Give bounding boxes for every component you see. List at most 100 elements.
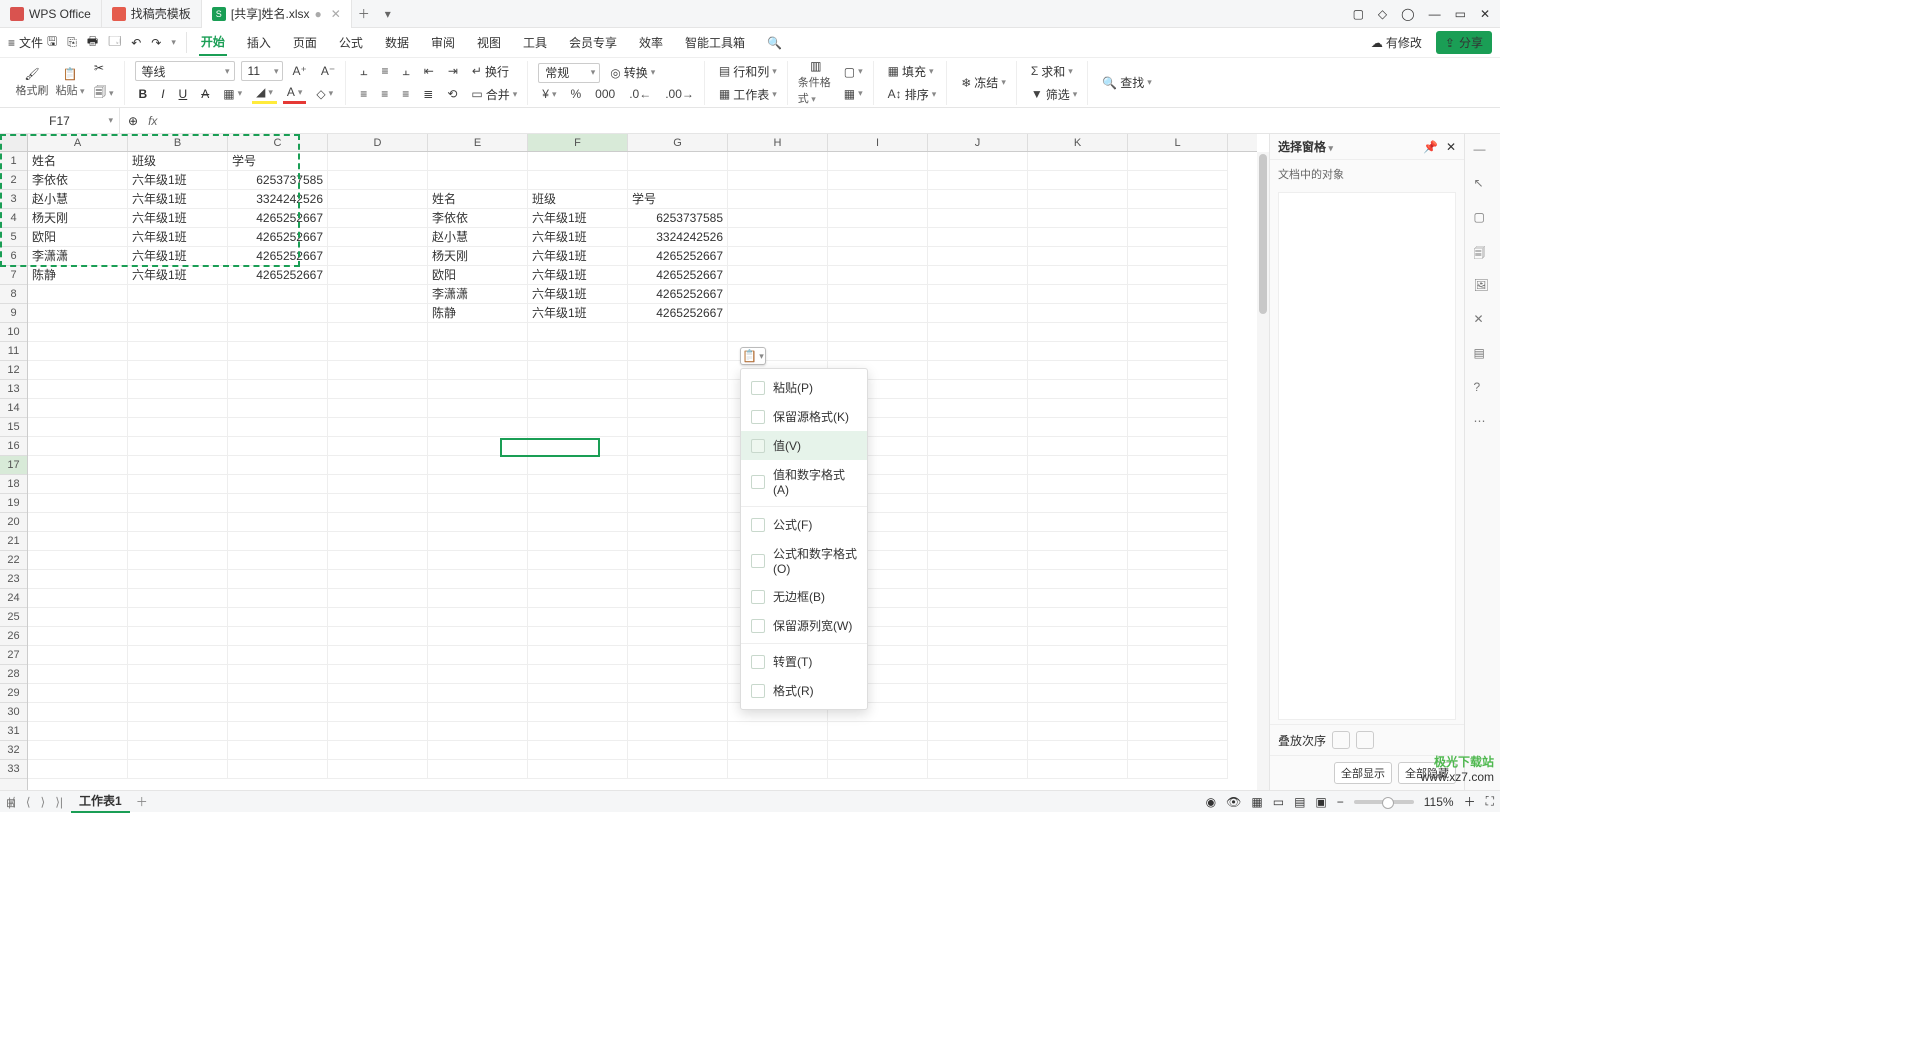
normal-view-icon[interactable]: ▭ [1273, 795, 1284, 809]
cell-style-icon[interactable]: ▢ [840, 63, 867, 81]
clipboard-pane-icon[interactable]: 🗐 [1474, 244, 1492, 262]
fullscreen-icon[interactable]: ⛶ [1486, 794, 1494, 809]
send-backward-button[interactable] [1356, 731, 1374, 749]
sheet-nav-last-icon[interactable]: ⟩| [53, 795, 65, 809]
underline-button[interactable]: U [175, 85, 192, 103]
page-view-icon[interactable]: ▤ [1294, 795, 1305, 809]
ctx-formula[interactable]: 公式(F) [741, 510, 867, 539]
align-justify-icon[interactable]: ≣ [419, 85, 437, 103]
vertical-scrollbar[interactable] [1257, 152, 1269, 790]
merge-cells-button[interactable]: ▭合并 [467, 84, 521, 105]
ctx-format[interactable]: 格式(R) [741, 676, 867, 705]
reading-view-icon[interactable]: ▣ [1315, 795, 1326, 809]
ctx-keep-column-width[interactable]: 保留源列宽(W) [741, 611, 867, 640]
tab-view[interactable]: 视图 [475, 30, 503, 55]
preview-icon[interactable]: 🗔 [108, 32, 121, 53]
add-tab-button[interactable]: ＋ [352, 5, 376, 22]
find-button[interactable]: 🔍查找 [1098, 72, 1156, 93]
filter-button[interactable]: ▼筛选 [1027, 84, 1081, 105]
print-quick-icon[interactable]: ⎘ [67, 35, 77, 50]
indent-decrease-icon[interactable]: ⇤ [420, 62, 438, 80]
clear-format-button[interactable]: ◇ [312, 85, 337, 103]
sheet-nav-next-icon[interactable]: ⟩ [39, 795, 48, 809]
window-close-icon[interactable]: ✕ [1480, 7, 1490, 21]
add-sheet-button[interactable]: ＋ [136, 793, 148, 810]
tab-menu-button[interactable]: ▾ [376, 7, 400, 21]
number-format-select[interactable]: 常规 [538, 63, 600, 83]
cube-icon[interactable]: ◇ [1378, 7, 1387, 21]
font-color-button[interactable]: A [283, 83, 307, 104]
row-col-button[interactable]: ▤行和列 [715, 61, 781, 82]
align-left-icon[interactable]: ≡ [356, 85, 371, 103]
tab-insert[interactable]: 插入 [245, 30, 273, 55]
tab-member[interactable]: 会员专享 [567, 30, 619, 55]
currency-button[interactable]: ¥ [538, 85, 560, 103]
cond-format-button[interactable]: ▥条件格式 [798, 59, 834, 106]
more-icon[interactable]: ⋯ [1474, 414, 1492, 432]
window-maximize-icon[interactable]: ▭ [1455, 7, 1466, 21]
percent-button[interactable]: % [567, 85, 586, 103]
tab-review[interactable]: 审阅 [429, 30, 457, 55]
ctx-value-number-format[interactable]: 值和数字格式(A) [741, 460, 867, 503]
convert-button[interactable]: ◎转换 [606, 62, 659, 83]
fill-button[interactable]: ▦填充 [884, 61, 941, 82]
cell-grid[interactable]: 姓名班级学号李依依六年级1班6253737585赵小慧六年级1班33242425… [28, 152, 1257, 790]
zoom-slider[interactable] [1354, 800, 1414, 804]
freeze-button[interactable]: ❄冻结 [957, 72, 1010, 93]
thousands-button[interactable]: 000 [591, 85, 619, 103]
pin-icon[interactable]: 📌 [1423, 140, 1438, 154]
ctx-transpose[interactable]: 转置(T) [741, 647, 867, 676]
fill-color-button[interactable]: ◢ [252, 83, 277, 104]
app-tab-wps[interactable]: WPS Office [0, 0, 102, 28]
tab-page[interactable]: 页面 [291, 30, 319, 55]
format-painter-button[interactable]: 🖌格式刷 [14, 67, 50, 98]
column-headers[interactable]: ABCDEFGHIJKL [28, 134, 1257, 152]
sheet-nav-prev-icon[interactable]: ⟨ [24, 795, 33, 809]
pane-title[interactable]: 选择窗格 [1278, 138, 1333, 155]
ctx-keep-format[interactable]: 保留源格式(K) [741, 402, 867, 431]
undo-icon[interactable]: ↶ [131, 36, 141, 50]
border-button[interactable]: ▦ [219, 85, 246, 103]
indent-increase-icon[interactable]: ⇥ [444, 62, 462, 80]
sum-button[interactable]: Σ求和 [1027, 61, 1081, 82]
fx-label[interactable]: fx [148, 114, 157, 128]
close-tab-icon[interactable]: ✕ [331, 7, 341, 21]
tab-formula[interactable]: 公式 [337, 30, 365, 55]
save-icon[interactable]: 🖫 [47, 32, 57, 53]
wrap-text-button[interactable]: ↵换行 [468, 61, 513, 82]
copy-button[interactable]: 🗐 [90, 81, 118, 106]
row-headers[interactable]: 1234567891011121314151617181920212223242… [0, 152, 28, 790]
formula-input[interactable] [167, 114, 967, 128]
settings-icon[interactable]: ✕ [1474, 312, 1492, 330]
select-tool-icon[interactable]: ↖ [1474, 176, 1492, 194]
name-box[interactable]: F17 [0, 108, 120, 133]
bring-forward-button[interactable] [1332, 731, 1350, 749]
backup-icon[interactable]: ▤ [1474, 346, 1492, 364]
table-style-icon[interactable]: ▦ [840, 85, 867, 103]
close-pane-icon[interactable]: ✕ [1446, 140, 1456, 154]
redo-icon[interactable]: ↷ [151, 36, 161, 50]
image-tool-icon[interactable]: 🖼 [1474, 278, 1492, 296]
italic-button[interactable]: I [157, 85, 168, 103]
paste-options-anchor[interactable]: 📋 [740, 347, 766, 365]
align-top-icon[interactable]: ⫠ [356, 62, 371, 81]
spreadsheet[interactable]: ABCDEFGHIJKL 123456789101112131415161718… [0, 134, 1269, 790]
font-family-select[interactable]: 等线 [135, 61, 235, 81]
print-icon[interactable]: 🖶 [87, 32, 98, 53]
zoom-fx-icon[interactable]: ⊕ [128, 114, 138, 128]
qat-dropdown-icon[interactable]: ▾ [171, 37, 176, 48]
search-icon[interactable]: 🔍 [765, 32, 784, 54]
collapse-pane-icon[interactable]: — [1474, 142, 1492, 160]
sheet-tab-1[interactable]: 工作表1 [71, 790, 130, 813]
tab-smart-toolbox[interactable]: 智能工具箱 [683, 30, 747, 55]
app-tab-template[interactable]: 找稿壳模板 [102, 0, 202, 28]
record-mode-icon[interactable]: ◉ [1206, 795, 1216, 809]
align-right-icon[interactable]: ≡ [398, 85, 413, 103]
sort-button[interactable]: A↕排序 [884, 84, 941, 105]
increase-decimal-icon[interactable]: .0← [625, 85, 655, 103]
tab-tools[interactable]: 工具 [521, 30, 549, 55]
select-all-corner[interactable] [0, 134, 28, 152]
grid-view-icon[interactable]: ▦ [1251, 795, 1262, 809]
layout-icon[interactable]: ▢ [1353, 7, 1364, 21]
help-icon[interactable]: ? [1474, 380, 1492, 398]
